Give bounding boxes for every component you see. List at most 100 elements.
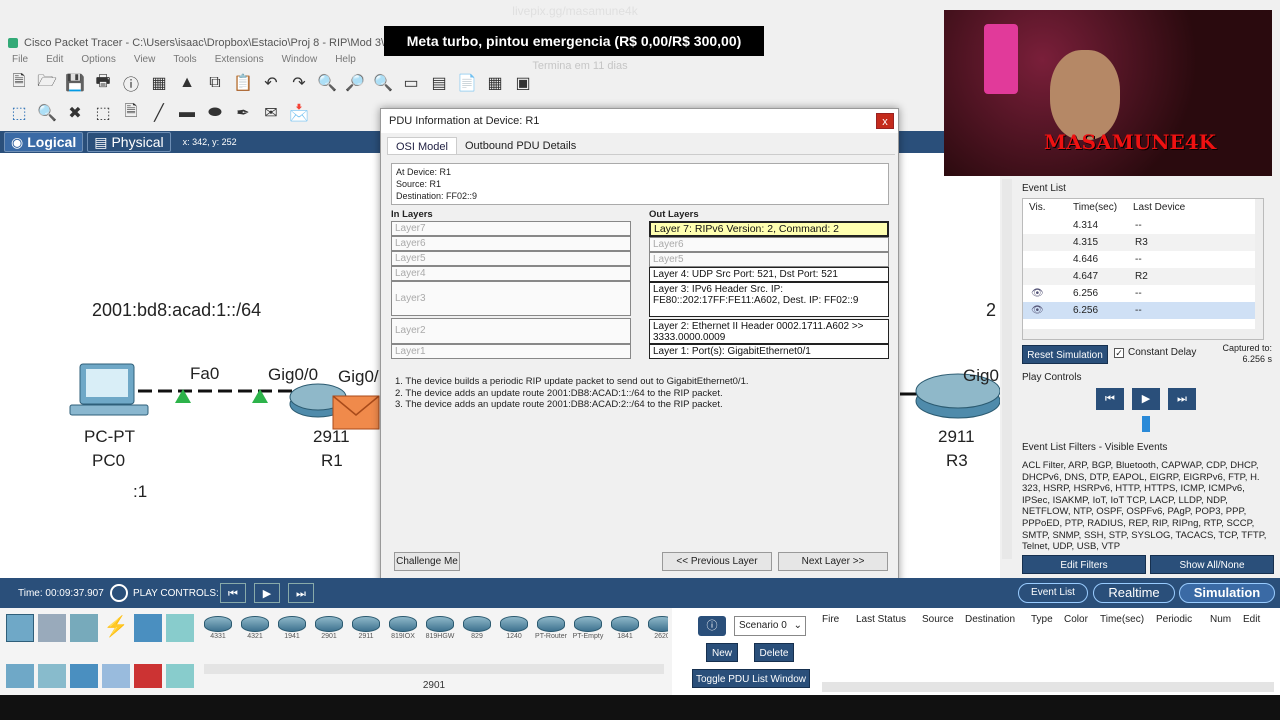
event-row[interactable]: 4.647 R2 — [1023, 268, 1259, 285]
activity-wizard-icon[interactable]: ▲ — [176, 72, 198, 94]
misc-icon[interactable] — [134, 614, 162, 642]
in-layer-6[interactable]: Layer6 — [391, 236, 631, 251]
draw-ellipse-icon[interactable]: ⬬ — [204, 102, 226, 124]
event-row[interactable]: 👁 6.256 -- — [1023, 285, 1259, 302]
out-layer-5[interactable]: Layer5 — [649, 252, 889, 267]
previous-layer-button[interactable]: << Previous Layer — [662, 552, 772, 571]
draw-line-icon[interactable]: ╱ — [148, 102, 170, 124]
device-model[interactable]: 4321 — [239, 614, 271, 644]
device-model[interactable]: 1941 — [276, 614, 308, 644]
out-layer-3[interactable]: Layer 3: IPv6 Header Src. IP: FE80::202:… — [649, 282, 889, 317]
in-layer-4[interactable]: Layer4 — [391, 266, 631, 281]
event-list-toggle[interactable]: Event List — [1018, 583, 1088, 603]
security-icon[interactable] — [134, 664, 162, 688]
speed-slider[interactable] — [1142, 416, 1150, 432]
draw-rectangle-icon[interactable]: ▬ — [176, 102, 198, 124]
menu-view[interactable]: View — [134, 52, 156, 68]
play-button[interactable]: ▶ — [1132, 388, 1160, 410]
device-model[interactable]: PT-Router — [535, 614, 567, 644]
info-icon[interactable]: ⓘ — [120, 72, 142, 94]
bottom-play-button[interactable]: ▶ — [254, 583, 280, 603]
menu-tools[interactable]: Tools — [173, 52, 196, 68]
next-layer-button[interactable]: Next Layer >> — [778, 552, 888, 571]
timer-icon[interactable] — [110, 584, 128, 602]
network-wizard-icon[interactable]: ▦ — [148, 72, 170, 94]
close-button[interactable]: x — [876, 113, 894, 129]
in-layer-2[interactable]: Layer2 — [391, 318, 631, 344]
workspace-vertical-scrollbar[interactable] — [1002, 179, 1012, 559]
event-list-vertical-scrollbar[interactable] — [1255, 199, 1263, 329]
device-model[interactable]: 1841 — [609, 614, 641, 644]
connections-icon[interactable]: ⚡ — [102, 614, 130, 642]
device-model[interactable]: 2911 — [350, 614, 382, 644]
bottom-step-forward-button[interactable]: ⏭ — [288, 583, 314, 603]
event-row[interactable]: 4.314 -- — [1023, 217, 1259, 234]
redo-icon[interactable]: ↷ — [288, 72, 310, 94]
menu-edit[interactable]: Edit — [46, 52, 63, 68]
hubs-icon[interactable] — [70, 664, 98, 688]
tab-outbound-pdu-details[interactable]: Outbound PDU Details — [457, 137, 584, 154]
tab-osi-model[interactable]: OSI Model — [387, 137, 457, 154]
event-list-horizontal-scrollbar[interactable] — [1023, 329, 1263, 339]
tab-logical[interactable]: ◉ Logical — [4, 132, 84, 152]
print-icon[interactable]: 🖶 — [92, 72, 114, 94]
wireless-icon[interactable] — [102, 664, 130, 688]
menu-help[interactable]: Help — [335, 52, 356, 68]
undo-icon[interactable]: ↶ — [260, 72, 282, 94]
delete-scenario-button[interactable]: Delete — [754, 643, 794, 662]
constant-delay-checkbox[interactable]: ✓ — [1114, 348, 1124, 358]
paste-icon[interactable]: 📋 — [232, 72, 254, 94]
copy-icon[interactable]: ⧉ — [204, 72, 226, 94]
new-file-icon[interactable]: 🗎 — [8, 72, 30, 94]
device-model[interactable]: 2620 — [646, 614, 668, 644]
multiuser-icon[interactable] — [166, 614, 194, 642]
inspect-icon[interactable]: 🔍 — [36, 102, 58, 124]
network-devices-icon[interactable] — [6, 614, 34, 642]
info-icon[interactable]: ⓘ — [698, 616, 726, 636]
simulation-mode-button[interactable]: Simulation — [1179, 583, 1275, 603]
out-layer-7[interactable]: Layer 7: RIPv6 Version: 2, Command: 2 — [649, 221, 889, 237]
menu-extensions[interactable]: Extensions — [215, 52, 264, 68]
new-scenario-button[interactable]: New — [706, 643, 738, 662]
device-model[interactable]: 819IOX — [387, 614, 419, 644]
custom-device-icon[interactable]: ▤ — [428, 72, 450, 94]
zoom-in-icon[interactable]: 🔍 — [316, 72, 338, 94]
routers-icon[interactable] — [6, 664, 34, 688]
show-all-none-button[interactable]: Show All/None — [1150, 555, 1274, 574]
freeform-icon[interactable]: ✒ — [232, 102, 254, 124]
zoom-out-icon[interactable]: 🔍 — [372, 72, 394, 94]
device-model[interactable]: 829 — [461, 614, 493, 644]
zoom-reset-icon[interactable]: 🔎 — [344, 72, 366, 94]
open-folder-icon[interactable]: 🗁 — [36, 72, 58, 94]
device-model[interactable]: 819HGW — [424, 614, 456, 644]
device-model[interactable]: 1240 — [498, 614, 530, 644]
complex-pdu-icon[interactable]: 📩 — [288, 102, 310, 124]
step-forward-button[interactable]: ⏭ — [1168, 388, 1196, 410]
in-layer-1[interactable]: Layer1 — [391, 344, 631, 359]
challenge-me-button[interactable]: Challenge Me — [394, 552, 460, 571]
event-row-selected[interactable]: 👁 6.256 -- — [1023, 302, 1259, 319]
menu-options[interactable]: Options — [81, 52, 115, 68]
scenario-select[interactable]: Scenario 0 ⌄ — [734, 616, 806, 636]
out-layer-4[interactable]: Layer 4: UDP Src Port: 521, Dst Port: 52… — [649, 267, 889, 282]
end-devices-icon[interactable] — [38, 614, 66, 642]
screenshot-icon[interactable]: ▣ — [512, 72, 534, 94]
out-layer-1[interactable]: Layer 1: Port(s): GigabitEthernet0/1 — [649, 344, 889, 359]
note-icon[interactable]: 🗎 — [120, 102, 142, 124]
pdu-list-scrollbar[interactable] — [822, 682, 1274, 692]
toggle-pdu-list-button[interactable]: Toggle PDU List Window — [692, 669, 810, 688]
drawing-palette-icon[interactable]: ▭ — [400, 72, 422, 94]
in-layer-3[interactable]: Layer3 — [391, 281, 631, 316]
device-list-scrollbar[interactable] — [204, 664, 664, 674]
save-icon[interactable]: 💾 — [64, 72, 86, 94]
in-layer-7[interactable]: Layer7 — [391, 221, 631, 236]
edit-filters-button[interactable]: Edit Filters — [1022, 555, 1146, 574]
step-back-button[interactable]: ⏮ — [1096, 388, 1124, 410]
bottom-step-back-button[interactable]: ⏮ — [220, 583, 246, 603]
event-row[interactable]: 4.646 -- — [1023, 251, 1259, 268]
device-model[interactable]: 4331 — [202, 614, 234, 644]
event-row[interactable]: 4.315 R3 — [1023, 234, 1259, 251]
device-model[interactable]: 2901 — [313, 614, 345, 644]
reset-simulation-button[interactable]: Reset Simulation — [1022, 345, 1108, 364]
realtime-mode-button[interactable]: Realtime — [1093, 583, 1175, 603]
